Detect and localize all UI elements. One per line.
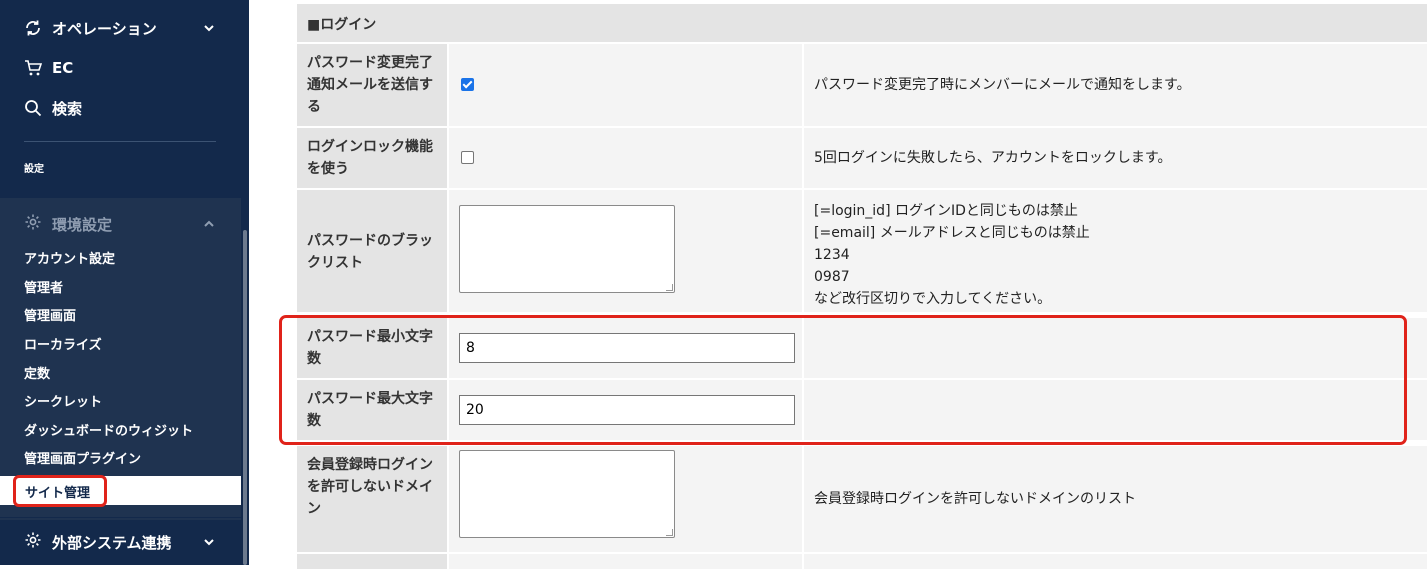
nav-item-ec[interactable]: EC <box>0 48 249 88</box>
main-content: ■ログイン パスワード変更完了通知メールを送信する パスワード変更完了時にメンバ… <box>249 0 1427 569</box>
row-description: パスワード変更完了時にメンバーにメールで通知をします。 <box>804 44 1427 126</box>
chevron-down-icon <box>202 534 216 548</box>
cart-icon <box>24 59 42 77</box>
row-description: 5回ログインに失敗したら、アカウントをロックします。 <box>804 128 1427 188</box>
description-line: など改行区切りで入力してください。 <box>814 291 1052 307</box>
row-control <box>449 446 802 552</box>
sidebar-item-admin-plugins[interactable]: 管理画面プラグイン <box>24 448 141 467</box>
sidebar-item-localize[interactable]: ローカライズ <box>24 334 102 353</box>
row-label: ログインロック機能を使う <box>297 128 447 188</box>
env-settings-group: 環境設定 アカウント設定 管理者 管理画面 ローカライズ 定数 シークレット ダ… <box>0 198 241 565</box>
nav-label: 外部システム連携 <box>52 534 172 552</box>
disallowed-domains-textarea[interactable] <box>459 450 675 538</box>
login-lock-checkbox[interactable] <box>461 151 474 164</box>
description-line: [=login_id] ログインIDと同じものは禁止 <box>814 203 1078 219</box>
highlight-box <box>279 315 1407 445</box>
password-change-notify-checkbox[interactable] <box>461 78 474 91</box>
sidebar-item-admins[interactable]: 管理者 <box>24 277 63 296</box>
divider <box>0 517 241 518</box>
nav-label: EC <box>52 59 74 77</box>
gear-icon <box>24 213 42 231</box>
row-label <box>297 554 447 569</box>
env-settings-toggle[interactable]: 環境設定 <box>0 202 241 242</box>
sidebar-item-constants[interactable]: 定数 <box>24 363 50 382</box>
description-line: 1234 <box>814 247 850 263</box>
table-row: 会員登録時ログインを許可しないドメイン 会員登録時ログインを許可しないドメインの… <box>297 446 1427 552</box>
sidebar-item-dashboard-widgets[interactable]: ダッシュボードのウィジット <box>24 420 193 439</box>
row-control <box>449 44 802 126</box>
table-row <box>297 554 1427 569</box>
sidebar-scrollbar[interactable] <box>243 230 247 565</box>
nav-label: 検索 <box>52 99 83 118</box>
search-icon <box>24 99 42 117</box>
divider <box>24 141 216 142</box>
nav-item-operation[interactable]: オペレーション <box>0 8 249 48</box>
row-label: パスワードのブラックリスト <box>297 190 447 312</box>
table-row: ログインロック機能を使う 5回ログインに失敗したら、アカウントをロックします。 <box>297 128 1427 188</box>
refresh-icon <box>24 19 42 37</box>
nav-item-external-systems[interactable]: 外部システム連携 <box>0 520 241 565</box>
row-control <box>449 554 802 569</box>
sidebar-item-secrets[interactable]: シークレット <box>24 391 102 410</box>
section-label: 設定 <box>24 164 44 175</box>
row-control <box>449 190 802 312</box>
row-label: 会員登録時ログインを許可しないドメイン <box>297 446 447 552</box>
nav-label: オペレーション <box>52 19 157 38</box>
description-line: [=email] メールアドレスと同じものは禁止 <box>814 225 1090 241</box>
highlight-box <box>13 475 107 507</box>
row-label: パスワード変更完了通知メールを送信する <box>297 44 447 126</box>
row-description: 会員登録時ログインを許可しないドメインのリスト <box>804 446 1427 552</box>
chevron-up-icon <box>202 216 216 230</box>
row-control <box>449 128 802 188</box>
row-description: [=login_id] ログインIDと同じものは禁止 [=email] メールア… <box>804 190 1427 312</box>
sidebar-item-admin-screen[interactable]: 管理画面 <box>24 305 76 324</box>
chevron-down-icon <box>202 21 216 35</box>
password-blacklist-textarea[interactable] <box>459 205 675 293</box>
row-description <box>804 554 1427 569</box>
section-title: ■ログイン <box>297 4 1427 42</box>
group-label: 環境設定 <box>52 216 113 234</box>
table-row: パスワードのブラックリスト [=login_id] ログインIDと同じものは禁止… <box>297 190 1427 312</box>
sidebar-item-account[interactable]: アカウント設定 <box>24 248 115 267</box>
gear-icon <box>24 531 42 549</box>
nav-item-search[interactable]: 検索 <box>0 88 249 128</box>
table-row: パスワード変更完了通知メールを送信する パスワード変更完了時にメンバーにメールで… <box>297 44 1427 126</box>
description-line: 0987 <box>814 269 850 285</box>
